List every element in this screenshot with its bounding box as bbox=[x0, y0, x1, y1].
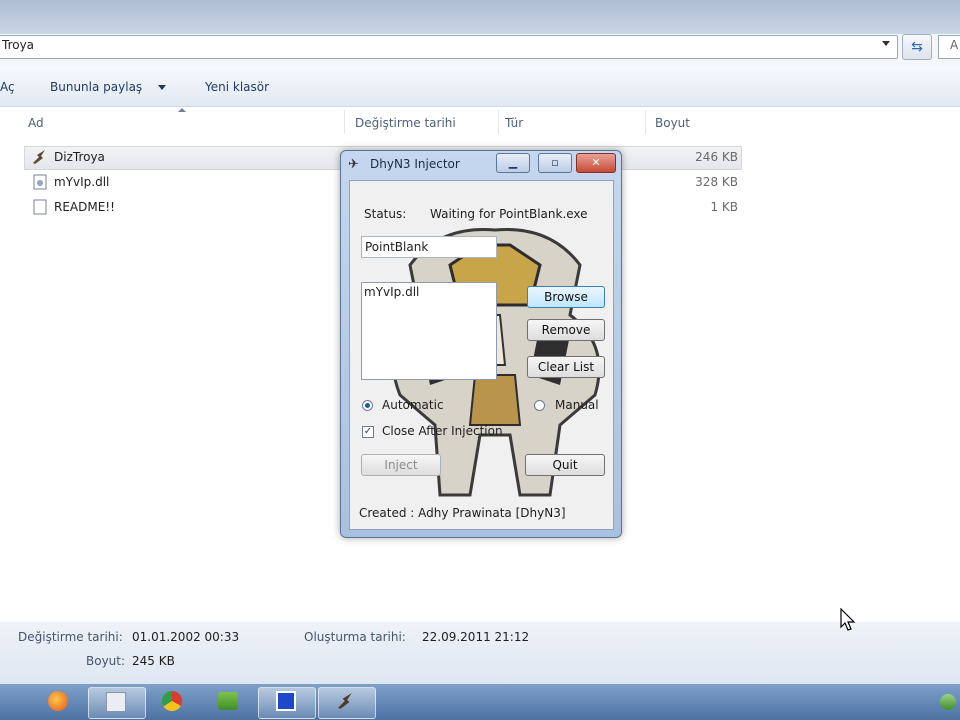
manual-label[interactable]: Manual bbox=[555, 398, 599, 412]
address-bar[interactable] bbox=[0, 35, 898, 59]
dll-file-icon bbox=[32, 174, 48, 190]
mouse-cursor-icon bbox=[840, 608, 856, 631]
text-file-icon bbox=[32, 199, 48, 215]
tray-icon[interactable] bbox=[940, 694, 956, 710]
close-after-label[interactable]: Close After Injection bbox=[382, 424, 503, 438]
quit-button[interactable]: Quit bbox=[525, 454, 605, 476]
list-item[interactable]: mYvIp.dll bbox=[364, 285, 419, 299]
modified-value: 01.01.2002 00:33 bbox=[132, 630, 240, 644]
address-dropdown-icon[interactable] bbox=[882, 41, 890, 46]
size-label: Boyut: bbox=[86, 654, 126, 668]
column-modified[interactable]: Değiştirme tarihi bbox=[355, 116, 456, 130]
search-placeholder: A bbox=[950, 38, 959, 52]
file-size: 328 KB bbox=[695, 175, 738, 189]
column-divider[interactable] bbox=[498, 110, 499, 134]
clear-list-button[interactable]: Clear List bbox=[527, 356, 605, 378]
app-icon[interactable] bbox=[218, 692, 238, 710]
status-value: Waiting for PointBlank.exe bbox=[430, 207, 588, 221]
new-folder-button[interactable]: Yeni klasör bbox=[205, 80, 269, 94]
injector-title-icon: ✈ bbox=[348, 157, 359, 172]
file-name[interactable]: mYvIp.dll bbox=[54, 175, 109, 189]
column-divider[interactable] bbox=[645, 110, 646, 134]
command-toolbar bbox=[0, 66, 960, 107]
share-button[interactable]: Bununla paylaş bbox=[50, 80, 142, 94]
blue-app-icon bbox=[276, 691, 296, 711]
window-frame-top bbox=[0, 0, 960, 34]
inject-button[interactable]: Inject bbox=[361, 454, 441, 476]
address-text: Troya bbox=[2, 38, 35, 52]
automatic-label[interactable]: Automatic bbox=[382, 398, 444, 412]
file-name[interactable]: README!! bbox=[54, 200, 115, 214]
refresh-icon[interactable]: ⇆ bbox=[902, 34, 932, 60]
size-value: 245 KB bbox=[132, 654, 175, 668]
created-value: 22.09.2011 21:12 bbox=[422, 630, 530, 644]
created-label: Oluşturma tarihi: bbox=[304, 630, 406, 644]
sort-up-icon bbox=[178, 108, 186, 112]
minimize-button[interactable]: ▁ bbox=[496, 153, 530, 173]
modified-label: Değiştirme tarihi: bbox=[18, 630, 123, 644]
chrome-icon[interactable] bbox=[162, 691, 182, 711]
firefox-icon[interactable] bbox=[48, 691, 68, 711]
column-type[interactable]: Tür bbox=[505, 116, 523, 130]
window-title: DhyN3 Injector bbox=[370, 157, 460, 171]
file-size: 1 KB bbox=[710, 200, 738, 214]
column-divider[interactable] bbox=[344, 110, 345, 134]
credits-text: Created : Adhy Prawinata [DhyN3] bbox=[359, 506, 566, 520]
close-after-checkbox[interactable]: ✓ bbox=[362, 426, 374, 438]
file-size: 246 KB bbox=[695, 150, 738, 164]
open-button[interactable]: Aç bbox=[0, 80, 15, 94]
share-dropdown-icon[interactable] bbox=[158, 85, 166, 90]
close-button[interactable]: ✕ bbox=[576, 153, 616, 173]
column-header-row bbox=[0, 107, 960, 137]
injector-taskbar-icon bbox=[336, 692, 356, 713]
file-name[interactable]: DizTroya bbox=[54, 150, 105, 164]
browse-button[interactable]: Browse bbox=[527, 286, 605, 308]
column-size[interactable]: Boyut bbox=[655, 116, 690, 130]
column-name[interactable]: Ad bbox=[28, 116, 44, 130]
process-name-input[interactable]: PointBlank bbox=[361, 236, 497, 258]
status-label: Status: bbox=[364, 207, 407, 221]
maximize-button[interactable]: ▫ bbox=[538, 153, 572, 173]
automatic-radio[interactable] bbox=[362, 400, 373, 411]
injector-app-icon bbox=[32, 149, 48, 165]
manual-radio[interactable] bbox=[534, 400, 545, 411]
explorer-icon bbox=[106, 692, 126, 712]
remove-button[interactable]: Remove bbox=[527, 319, 605, 341]
